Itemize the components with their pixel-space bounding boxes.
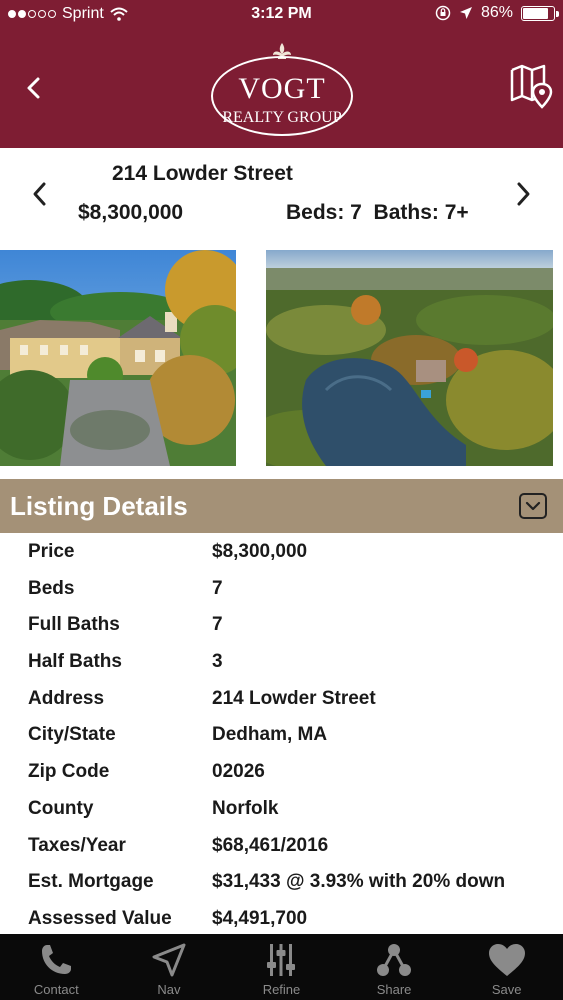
chevron-down-icon [525, 501, 541, 511]
detail-row: Full Baths 7 [0, 606, 563, 643]
detail-label: County [28, 797, 94, 819]
location-arrow-icon [459, 7, 472, 19]
logo-wordmark: VOGT [238, 72, 326, 105]
chevron-left-icon [27, 77, 40, 99]
next-listing-button[interactable] [509, 176, 539, 212]
detail-row: Half Baths 3 [0, 643, 563, 680]
rotation-lock-icon [435, 5, 451, 21]
app-header: VOGT REALTY GROUP [0, 30, 563, 148]
detail-value: $4,491,700 [212, 907, 308, 929]
listing-details-header[interactable]: Listing Details [0, 479, 563, 533]
tab-share[interactable]: Share [338, 934, 451, 1000]
detail-row: Assessed Value $4,491,700 [0, 900, 563, 937]
tab-label: Share [376, 982, 412, 997]
listing-details-list: Price $8,300,000 Beds 7 Full Baths 7 Half Bath… [0, 533, 563, 937]
detail-label: Assessed Value [28, 907, 172, 929]
tab-label: Contact [33, 982, 79, 997]
status-right: 86% [435, 4, 559, 22]
tab-label: Save [491, 982, 522, 997]
map-location-icon [510, 64, 553, 109]
tab-label: Refine [262, 982, 301, 997]
detail-label: Taxes/Year [28, 834, 126, 856]
section-title: Listing Details [10, 491, 188, 521]
listing-photo-aerial[interactable] [266, 250, 553, 466]
phone-icon [36, 942, 76, 978]
detail-value: $68,461/2016 [212, 834, 329, 856]
battery-fill [523, 7, 548, 19]
detail-row: City/State Dedham, MA [0, 716, 563, 753]
detail-value: 3 [212, 651, 223, 673]
detail-value: Norfolk [212, 797, 279, 819]
detail-row: Price $8,300,000 [0, 533, 563, 570]
detail-label: Half Baths [28, 651, 122, 673]
vogt-realty-logo: VOGT REALTY GROUP [211, 42, 353, 140]
detail-label: Full Baths [28, 614, 120, 636]
detail-label: Address [28, 687, 105, 709]
detail-row: Taxes/Year $68,461/2016 [0, 827, 563, 864]
detail-row: Zip Code 02026 [0, 753, 563, 790]
navigation-arrow-icon [149, 942, 189, 978]
chevron-left-icon [33, 182, 46, 206]
tab-nav[interactable]: Nav [113, 934, 226, 1000]
detail-label: Price [28, 541, 75, 562]
detail-value: 02026 [212, 761, 265, 783]
share-icon [374, 942, 414, 978]
map-button[interactable] [509, 62, 553, 110]
detail-row: Beds 7 [0, 570, 563, 607]
tab-contact[interactable]: Contact [0, 934, 113, 1000]
listing-summary: 214 Lowder Street $8,300,000 Beds: 7 Bat… [0, 148, 563, 248]
tab-save[interactable]: Save [450, 934, 563, 1000]
detail-row: County Norfolk [0, 790, 563, 827]
detail-value: $31,433 @ 3.93% with 20% down [212, 871, 506, 893]
detail-value: 7 [212, 577, 223, 599]
back-button[interactable] [18, 70, 48, 106]
detail-label: City/State [28, 724, 116, 746]
listing-price: $8,300,000 [78, 201, 184, 224]
bottom-tab-bar: Contact Nav Refine Share Save [0, 934, 563, 1000]
previous-listing-button[interactable] [24, 176, 54, 212]
chevron-right-icon [517, 182, 530, 206]
detail-label: Zip Code [28, 761, 110, 783]
detail-value: 7 [212, 614, 223, 636]
detail-value: Dedham, MA [212, 724, 328, 746]
detail-label: Beds [28, 577, 75, 599]
tab-refine[interactable]: Refine [225, 934, 338, 1000]
listing-address: 214 Lowder Street [112, 162, 293, 185]
tab-label: Nav [157, 982, 181, 997]
battery-percent: 86% [480, 4, 513, 21]
logo-subtitle: REALTY GROUP [222, 109, 342, 126]
sliders-icon [261, 942, 301, 978]
listing-beds-baths: Beds: 7 Baths: 7+ [286, 201, 469, 224]
collapse-button[interactable] [519, 493, 547, 519]
status-bar: Sprint 3:12 PM 86% [0, 0, 563, 30]
detail-row: Address 214 Lowder Street [0, 680, 563, 717]
battery-icon [521, 5, 559, 21]
listing-photo-house[interactable] [0, 250, 236, 466]
detail-label: Est. Mortgage [28, 871, 154, 893]
detail-value: 214 Lowder Street [212, 687, 376, 709]
detail-row: Est. Mortgage $31,433 @ 3.93% with 20% do… [0, 863, 563, 900]
heart-icon [487, 942, 527, 978]
detail-value: $8,300,000 [212, 541, 308, 562]
